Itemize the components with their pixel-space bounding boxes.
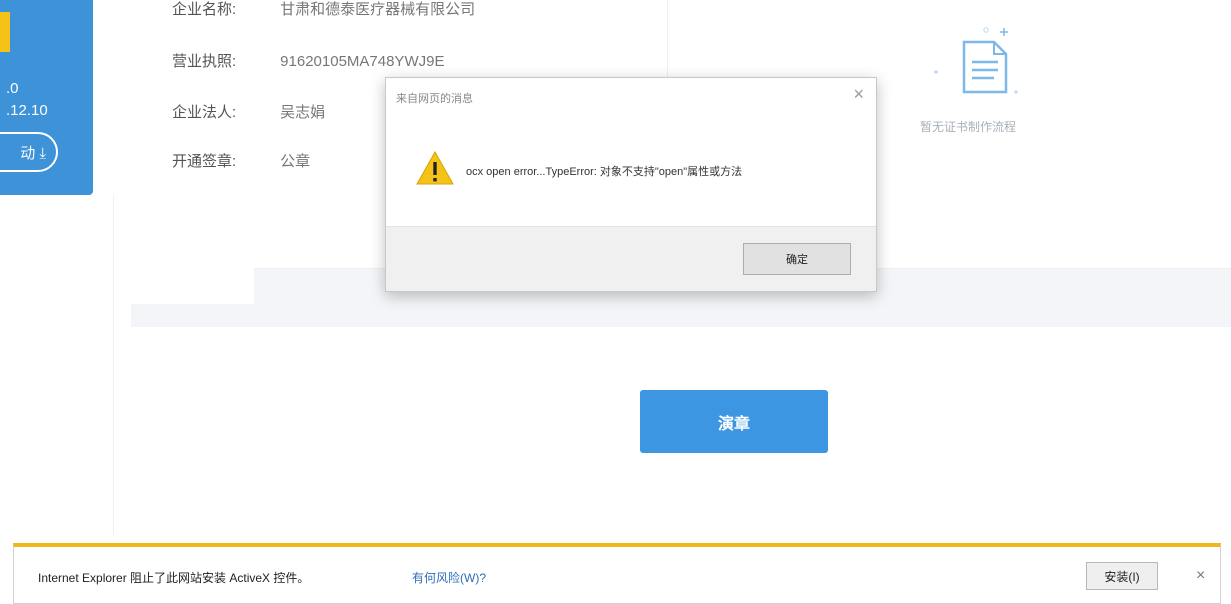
version-date: .12.10 [6, 102, 48, 119]
dialog-message: ocx open error...TypeError: 对象不支持"open"属… [466, 166, 743, 178]
alert-dialog: 来自网页的消息 × ocx open error...TypeError: 对象… [385, 77, 877, 292]
side-panel: .0 .12.10 动 ⤓ [0, 0, 93, 195]
close-icon[interactable]: × [853, 84, 864, 105]
close-icon[interactable]: × [1196, 567, 1205, 585]
ie-message: Internet Explorer 阻止了此网站安装 ActiveX 控件。 [38, 571, 310, 585]
sign-button[interactable]: 演章 [640, 390, 828, 453]
blank-area [128, 178, 254, 304]
side-accent-bar [0, 12, 10, 52]
info-row-license: 营业执照: 91620105MA748YWJ9E [172, 50, 444, 71]
info-value: 公章 [280, 153, 311, 170]
info-row-seal: 开通签章: 公章 [172, 150, 310, 171]
warning-icon [416, 150, 454, 185]
ok-button[interactable]: 确定 [743, 243, 851, 275]
divider [113, 195, 114, 535]
dialog-title: 来自网页的消息 [396, 93, 473, 105]
info-row-legal-person: 企业法人: 吴志娟 [172, 101, 325, 122]
risk-link[interactable]: 有何风险(W)? [412, 569, 486, 586]
info-value: 甘肃和德泰医疗器械有限公司 [280, 1, 476, 18]
info-value: 吴志娟 [280, 104, 326, 121]
download-button[interactable]: 动 ⤓ [0, 132, 58, 172]
info-label: 企业法人: [172, 104, 237, 121]
install-button[interactable]: 安装(I) [1086, 562, 1158, 590]
document-icon [934, 27, 1018, 94]
info-label: 开通签章: [172, 153, 237, 170]
info-row-company: 企业名称: 甘肃和德泰医疗器械有限公司 [172, 0, 475, 19]
info-label: 企业名称: [172, 1, 237, 18]
version-text: .0 [6, 80, 19, 97]
ie-notification-bar: Internet Explorer 阻止了此网站安装 ActiveX 控件。 有… [13, 543, 1221, 604]
info-value: 91620105MA748YWJ9E [280, 53, 445, 70]
empty-state-text: 暂无证书制作流程 [920, 120, 1017, 134]
info-label: 营业执照: [172, 53, 237, 70]
dialog-footer: 确定 [386, 226, 876, 291]
